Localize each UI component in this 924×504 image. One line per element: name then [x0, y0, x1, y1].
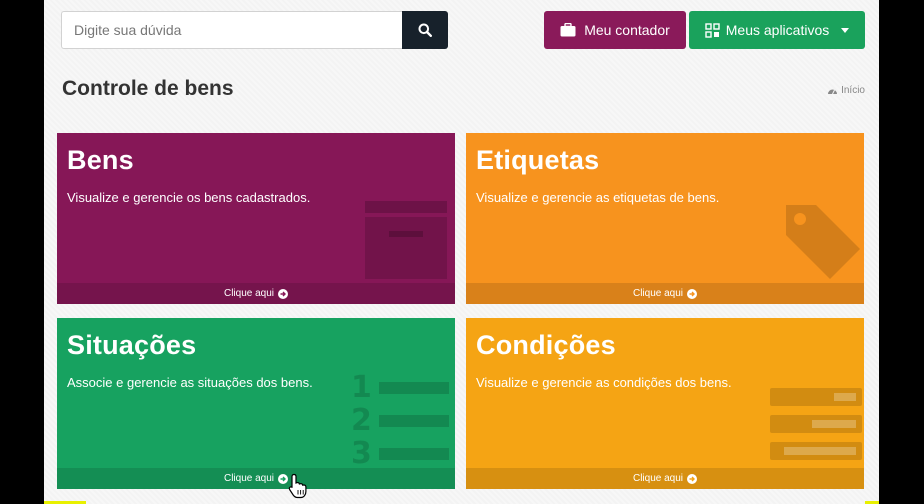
hand-pointer-cursor-icon: [288, 473, 307, 499]
tile-link[interactable]: Clique aqui: [57, 468, 455, 489]
tasks-icon: [770, 388, 862, 460]
page: Meu contador Meus aplicativos Controle d…: [44, 0, 879, 504]
search-input[interactable]: [61, 11, 402, 49]
tile-condicoes[interactable]: Condições Visualize e gerencie as condiç…: [466, 318, 864, 489]
numbered-list-icon: 1 2 3: [351, 370, 449, 470]
breadcrumb[interactable]: Início: [827, 85, 865, 96]
search-bar: [61, 11, 448, 49]
briefcase-icon: [560, 23, 576, 37]
tile-situacoes[interactable]: 1 2 3 Situações Associe e gerencie as si…: [57, 318, 455, 489]
dashboard-icon: [828, 89, 838, 95]
page-title: Controle de bens: [62, 77, 234, 100]
caret-down-icon: [841, 27, 850, 33]
tile-bens[interactable]: Bens Visualize e gerencie os bens cadast…: [57, 133, 455, 304]
tile-description: Visualize e gerencie os bens cadastrados…: [67, 190, 311, 205]
search-button[interactable]: [402, 11, 448, 49]
folder-icon: [365, 201, 447, 279]
arrow-circle-right-icon: [687, 473, 698, 484]
tile-title: Etiquetas: [476, 145, 600, 175]
arrow-circle-right-icon: [278, 288, 289, 299]
breadcrumb-home[interactable]: Início: [841, 85, 865, 96]
accountant-button-label: Meu contador: [584, 22, 670, 38]
apps-icon: [705, 22, 720, 38]
tile-link-label: Clique aqui: [632, 288, 684, 299]
tile-title: Situações: [67, 330, 197, 360]
tile-description: Associe e gerencie as situações dos bens…: [67, 375, 313, 390]
apps-dropdown-button[interactable]: Meus aplicativos: [689, 11, 865, 49]
tile-link[interactable]: Clique aqui: [466, 468, 864, 489]
svg-text:2: 2: [351, 403, 372, 438]
accountant-button[interactable]: Meu contador: [544, 11, 686, 49]
search-icon: [418, 23, 432, 37]
tile-description: Visualize e gerencie as etiquetas de ben…: [476, 190, 720, 205]
tag-icon: [786, 205, 860, 279]
tile-title: Bens: [67, 145, 134, 175]
tile-link[interactable]: Clique aqui: [57, 283, 455, 304]
tile-link[interactable]: Clique aqui: [466, 283, 864, 304]
tile-description: Visualize e gerencie as condições dos be…: [476, 375, 732, 390]
tile-etiquetas[interactable]: Etiquetas Visualize e gerencie as etique…: [466, 133, 864, 304]
svg-text:1: 1: [351, 370, 372, 405]
arrow-circle-right-icon: [687, 288, 698, 299]
tile-title: Condições: [476, 330, 616, 360]
tile-link-label: Clique aqui: [223, 288, 275, 299]
tile-link-label: Clique aqui: [632, 473, 684, 484]
tile-link-label: Clique aqui: [223, 473, 275, 484]
svg-text:3: 3: [351, 436, 372, 470]
arrow-circle-right-icon: [278, 473, 289, 484]
apps-button-label: Meus aplicativos: [725, 22, 830, 38]
